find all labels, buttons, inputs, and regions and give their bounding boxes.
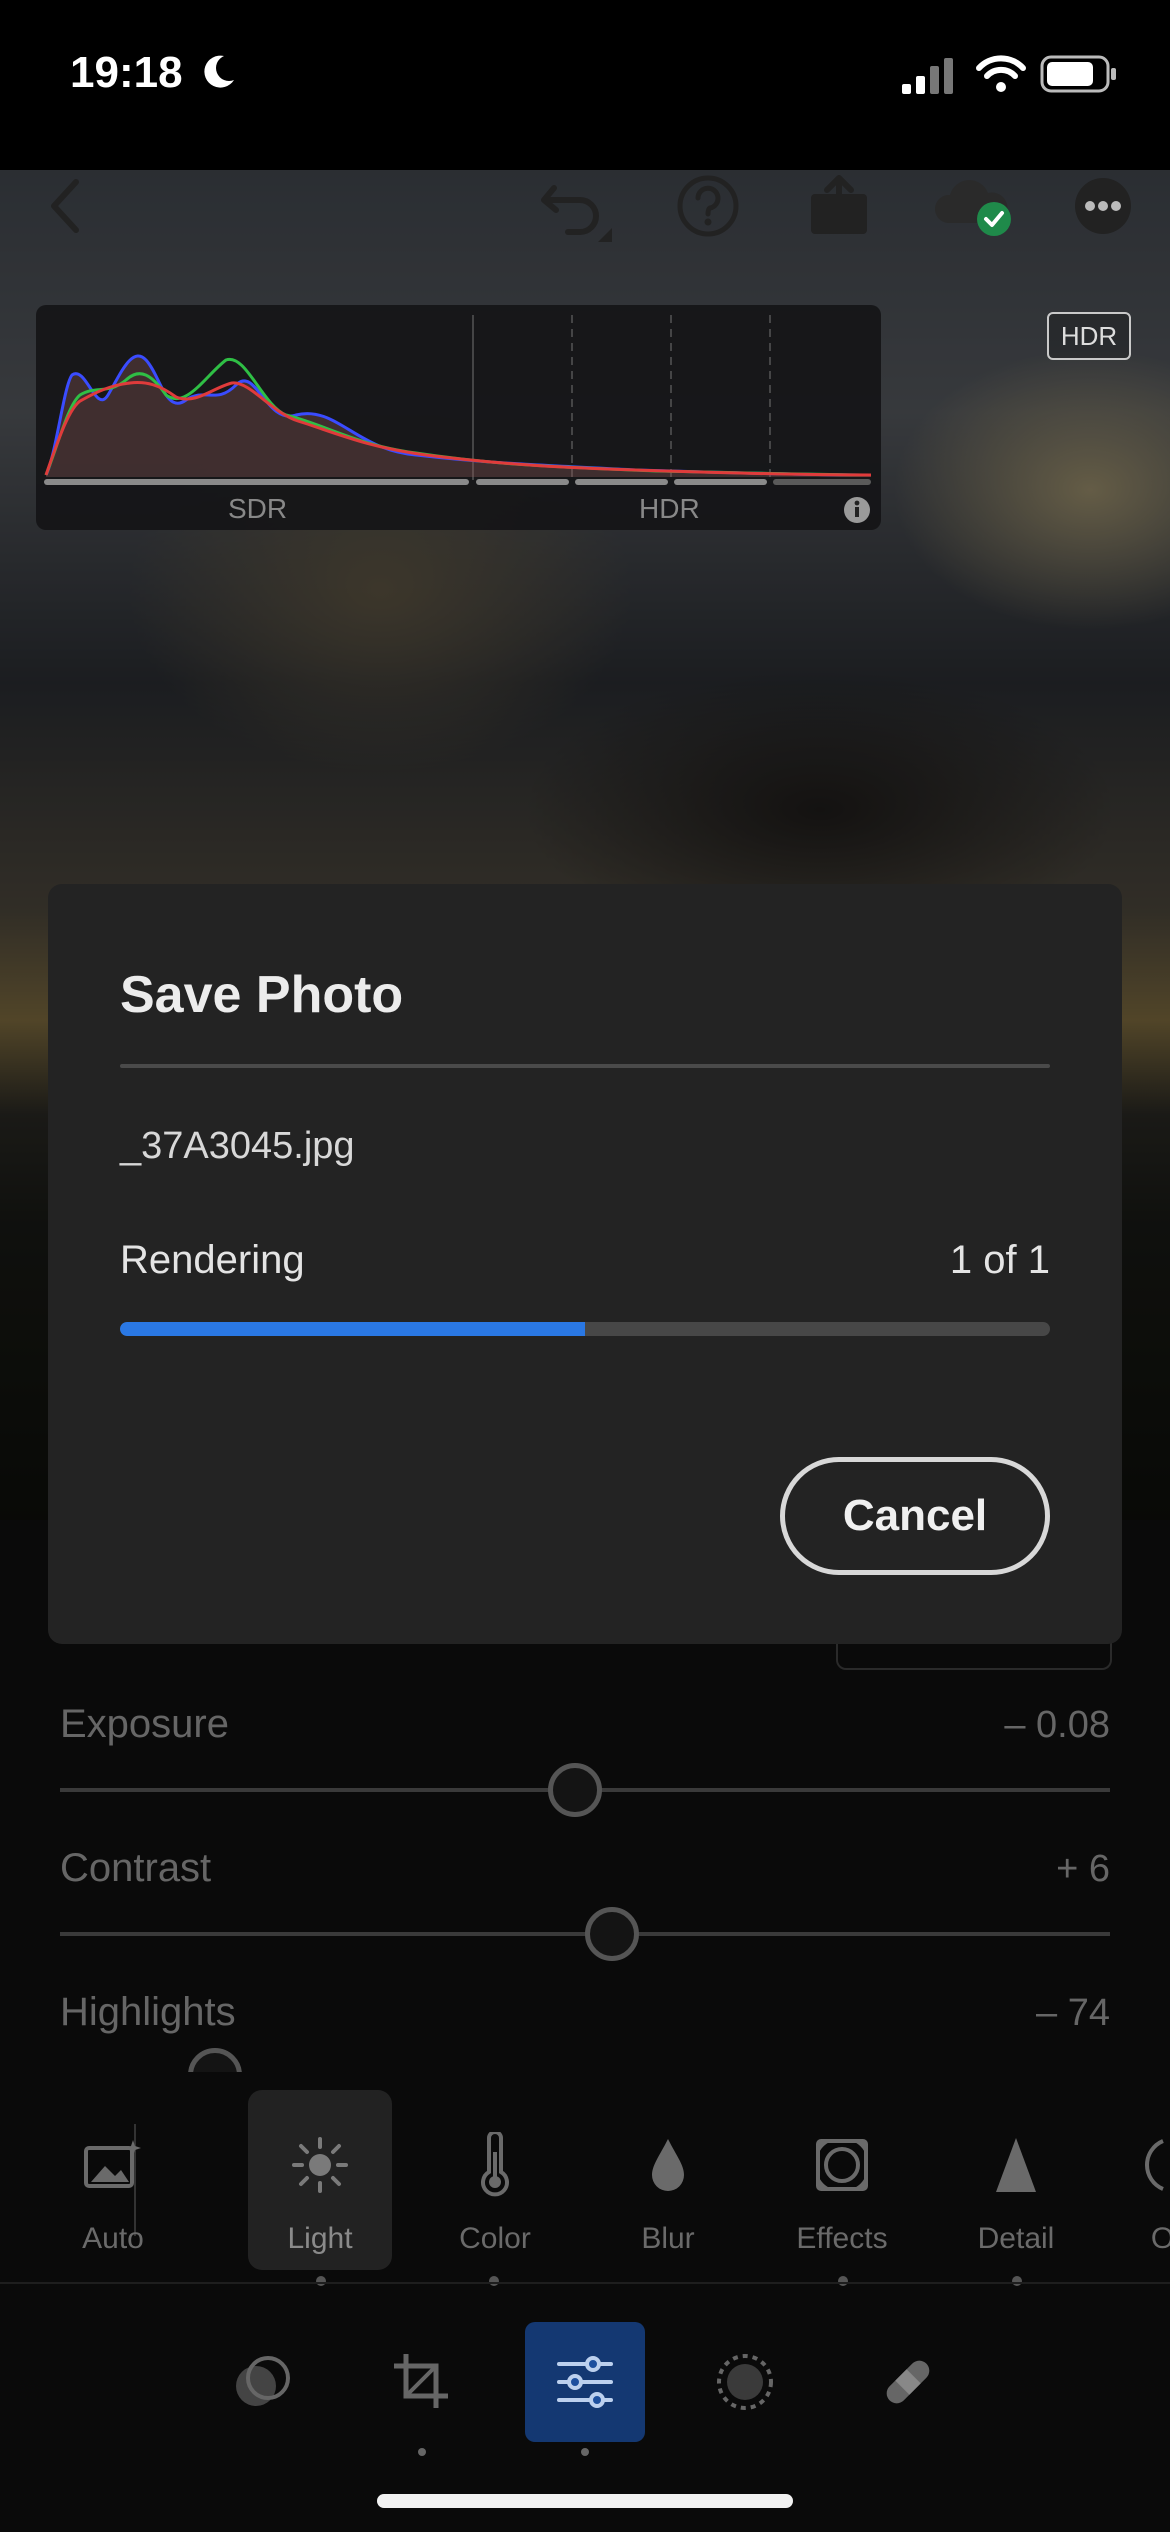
moon-icon	[204, 55, 234, 88]
tool-dot	[1012, 2276, 1022, 2286]
tool-effects-label: Effects	[796, 2222, 888, 2255]
cloud-sync-icon	[934, 180, 1011, 236]
tool-detail[interactable]: Detail	[941, 2090, 1091, 2270]
tool-dot	[838, 2276, 848, 2286]
share-icon	[811, 175, 867, 234]
signal-icon	[902, 58, 953, 94]
mode-presets[interactable]	[202, 2322, 322, 2442]
contrast-value: + 6	[1056, 1848, 1110, 1890]
tool-effects[interactable]: Effects	[767, 2090, 917, 2270]
edit-sliders-icon	[557, 2356, 613, 2408]
mode-edit[interactable]	[525, 2322, 645, 2442]
optics-icon	[1144, 2139, 1164, 2191]
dialog-divider	[120, 1064, 1050, 1068]
home-indicator[interactable]	[377, 2494, 793, 2508]
undo-button[interactable]	[540, 170, 612, 242]
help-icon	[677, 175, 739, 237]
histogram-graph	[44, 315, 872, 485]
mode-healing[interactable]	[848, 2322, 968, 2442]
dialog-filename: _37A3045.jpg	[120, 1125, 355, 1167]
presets-icon	[236, 2356, 290, 2406]
wifi-icon	[976, 55, 1026, 92]
tool-dot	[316, 2276, 326, 2286]
highlights-slider-knob[interactable]	[188, 2048, 242, 2072]
chevron-left-icon	[51, 179, 79, 233]
triangle-icon	[996, 2138, 1036, 2192]
tools-separator	[0, 2282, 1170, 2284]
tool-color[interactable]: Color	[420, 2090, 570, 2270]
tool-light-label: Light	[287, 2222, 353, 2255]
tool-blur-label: Blur	[641, 2222, 695, 2255]
sun-icon	[292, 2137, 348, 2193]
vignette-icon	[816, 2139, 868, 2191]
undo-icon	[541, 185, 612, 242]
tool-optics[interactable]: O	[1095, 2090, 1170, 2270]
crop-icon	[394, 2354, 448, 2408]
highlights-value: – 74	[1036, 1992, 1110, 2034]
dialog-count: 1 of 1	[949, 1238, 1050, 1282]
battery-icon	[1040, 55, 1116, 93]
tool-detail-label: Detail	[977, 2222, 1055, 2255]
exposure-label: Exposure	[60, 1702, 229, 1746]
contrast-slider-knob[interactable]	[585, 1907, 639, 1961]
help-button[interactable]	[672, 170, 744, 242]
mode-crop[interactable]	[362, 2322, 482, 2442]
progress-bar	[120, 1322, 1050, 1336]
exposure-slider-knob[interactable]	[548, 1763, 602, 1817]
tool-color-label: Color	[459, 2222, 531, 2255]
info-icon[interactable]	[842, 495, 872, 525]
drop-icon	[652, 2139, 684, 2191]
mode-masking[interactable]	[685, 2322, 805, 2442]
more-icon	[1075, 178, 1131, 234]
tool-auto[interactable]: Auto	[38, 2090, 188, 2270]
tool-auto-label: Auto	[82, 2222, 144, 2255]
mode-dot	[581, 2448, 589, 2456]
dialog-status: Rendering	[120, 1238, 305, 1282]
tool-dot	[489, 2276, 499, 2286]
back-button[interactable]	[30, 170, 102, 242]
masking-icon	[717, 2354, 773, 2410]
histogram: SDR HDR	[36, 305, 881, 530]
thermometer-icon	[481, 2132, 509, 2197]
healing-icon	[886, 2360, 930, 2404]
highlights-label: Highlights	[60, 1990, 236, 2034]
histogram-sdr-label: SDR	[228, 493, 288, 524]
tool-blur[interactable]: Blur	[593, 2090, 743, 2270]
share-button[interactable]	[803, 170, 875, 242]
tool-light[interactable]: Light	[245, 2090, 395, 2270]
auto-photo-icon	[84, 2140, 141, 2188]
hdr-badge[interactable]: HDR	[1047, 312, 1131, 360]
mode-dot	[418, 2448, 426, 2456]
histogram-hdr-label: HDR	[639, 493, 700, 524]
dialog-title: Save Photo	[120, 966, 404, 1024]
tool-optics-label: O	[1150, 2222, 1170, 2255]
contrast-label: Contrast	[60, 1846, 212, 1890]
more-button[interactable]	[1067, 170, 1139, 242]
exposure-value: – 0.08	[1004, 1704, 1110, 1746]
cancel-button[interactable]: Cancel	[780, 1457, 1050, 1575]
cloud-sync-button[interactable]	[930, 170, 1020, 242]
status-time: 19:18	[70, 48, 183, 97]
progress-fill	[120, 1322, 585, 1336]
